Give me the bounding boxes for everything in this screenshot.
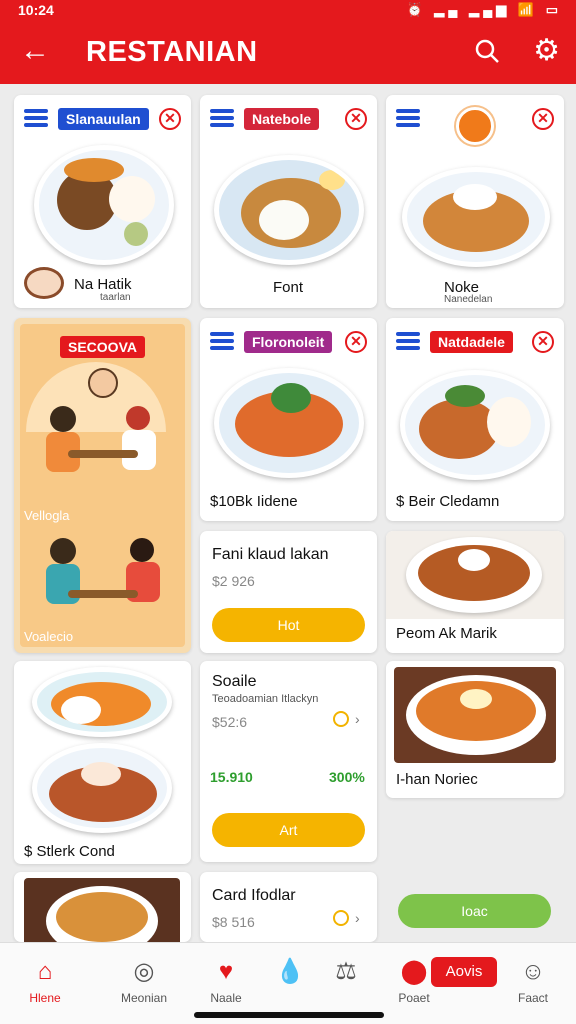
food-card-12[interactable]: Card Ifodlar $8 516 ›	[200, 872, 377, 942]
dish-price: $8 516	[212, 914, 255, 930]
food-card-6[interactable]: Natdadele ✕ $ Beir Cledamn	[386, 318, 564, 521]
dish-subtitle: Nanedelan	[444, 294, 493, 305]
food-image	[400, 370, 550, 480]
close-icon[interactable]: ✕	[159, 108, 181, 130]
dish-subtitle: taarlan	[100, 292, 131, 303]
food-image	[402, 167, 550, 267]
food-card-2[interactable]: Natebole ✕ Font	[200, 95, 377, 308]
menu-icon[interactable]	[24, 109, 48, 127]
promo-badge: SECOOVA	[60, 336, 145, 358]
menu-icon[interactable]	[210, 109, 234, 127]
hot-button[interactable]: Hot	[212, 608, 365, 642]
dish-name: $ Beir Cledamn	[396, 493, 500, 510]
dish-name: I-han Noriec	[396, 771, 478, 788]
chevron-right-icon[interactable]: ›	[355, 711, 360, 727]
promo-label-1: Vellogla	[24, 508, 70, 523]
diners-illustration-1	[40, 406, 170, 496]
food-card-13[interactable]	[14, 872, 191, 942]
food-card-5[interactable]: Floronoleit ✕ $10Bk Iidene	[200, 318, 377, 521]
green-action-button[interactable]: Ioac	[398, 894, 551, 928]
chef-face-icon	[88, 368, 118, 398]
menu-icon[interactable]	[396, 332, 420, 350]
coin-icon	[333, 711, 349, 727]
food-image	[34, 145, 174, 265]
dish-name: $ Stlerk Cond	[24, 843, 115, 860]
menu-icon[interactable]	[210, 332, 234, 350]
status-icons: ⏰ ▂▄ ▂▄▆ 📶 ▭	[406, 2, 562, 17]
nav-action-badge[interactable]: Aovis	[431, 957, 497, 987]
category-tag: Slanauulan	[58, 108, 149, 130]
dish-price: $52:6	[212, 714, 248, 730]
home-icon: ⌂	[37, 958, 53, 985]
food-card-9[interactable]: Soaile Teoadoamian Itlackyn $52:6 › 15.9…	[200, 661, 377, 862]
stat-value-1: 15.910	[210, 769, 253, 785]
menu-icon[interactable]	[396, 109, 420, 127]
category-tag: Floronoleit	[244, 331, 333, 353]
diners-illustration-2	[40, 538, 170, 628]
nav-label: Poaet	[398, 991, 430, 1005]
food-photo	[24, 878, 180, 942]
dish-name: Peom Ak Marik	[396, 625, 497, 642]
dish-price: $2 926	[212, 573, 255, 589]
nav-home[interactable]: ⌂ Hlene	[5, 957, 85, 1005]
status-time: 10:24	[18, 2, 54, 18]
dish-name: Fani klaud lakan	[212, 546, 329, 563]
promo-card[interactable]: SECOOVA Vellogla Voalecio	[14, 318, 191, 653]
coin-icon	[333, 910, 349, 926]
close-icon[interactable]: ✕	[532, 331, 554, 353]
close-icon[interactable]: ✕	[345, 331, 367, 353]
home-indicator[interactable]	[194, 1012, 384, 1018]
art-button[interactable]: Art	[212, 813, 365, 847]
food-image-top	[32, 667, 172, 737]
food-card-7[interactable]: Fani klaud lakan $2 926 Hot	[200, 531, 377, 653]
close-icon[interactable]: ✕	[345, 108, 367, 130]
settings-gear-icon[interactable]: ⚙	[533, 36, 560, 66]
nav-label: Faact	[517, 991, 548, 1005]
dish-name: Font	[273, 279, 304, 296]
food-image	[214, 368, 364, 478]
food-image-bottom	[32, 743, 172, 833]
app-header: ← RESTANIAN ⚙	[0, 24, 576, 84]
food-card-11[interactable]: $ Stlerk Cond	[14, 661, 191, 864]
nav-profile[interactable]: ☺ Faact	[493, 957, 573, 1005]
food-image	[214, 155, 364, 265]
nav-label: Meonian	[120, 991, 168, 1005]
dish-name: Na Hatik	[74, 276, 132, 293]
status-bar: 10:24 ⏰ ▂▄ ▂▄▆ 📶 ▭	[0, 0, 576, 24]
dish-name: $10Bk Iidene	[210, 493, 298, 510]
food-card-10[interactable]: I-han Noriec	[386, 661, 564, 798]
nav-menu[interactable]: ◎ Meonian	[104, 957, 184, 1005]
category-tag: Natebole	[244, 108, 320, 130]
profile-icon: ☺	[520, 958, 546, 985]
food-photo	[394, 667, 556, 763]
category-tag: Natdadele	[430, 331, 513, 353]
dish-name: Soaile	[212, 673, 257, 690]
promo-label-2: Voalecio	[24, 629, 74, 644]
nav-label: Naale	[210, 991, 242, 1005]
search-icon[interactable]	[474, 38, 500, 69]
stat-value-2: 300%	[329, 769, 365, 785]
chevron-right-icon[interactable]: ›	[355, 910, 360, 926]
dish-name: Card Ifodlar	[212, 887, 296, 904]
clock-icon: ◎	[133, 958, 155, 985]
back-arrow-icon[interactable]: ←	[20, 36, 50, 66]
food-card-3[interactable]: ✕ Noke Nanedelan	[386, 95, 564, 308]
food-card-8[interactable]: Peom Ak Marik	[386, 531, 564, 653]
food-card-1[interactable]: Slanauulan ✕ Na Hatik taarlan	[14, 95, 191, 308]
close-icon[interactable]: ✕	[532, 108, 554, 130]
chef-badge-icon	[456, 107, 494, 145]
avatar-icon	[24, 267, 64, 299]
food-photo	[386, 531, 564, 619]
nav-label: Hlene	[29, 991, 61, 1005]
dish-subtitle: Teoadoamian Itlackyn	[212, 693, 319, 705]
app-title: RESTANIAN	[86, 36, 258, 68]
